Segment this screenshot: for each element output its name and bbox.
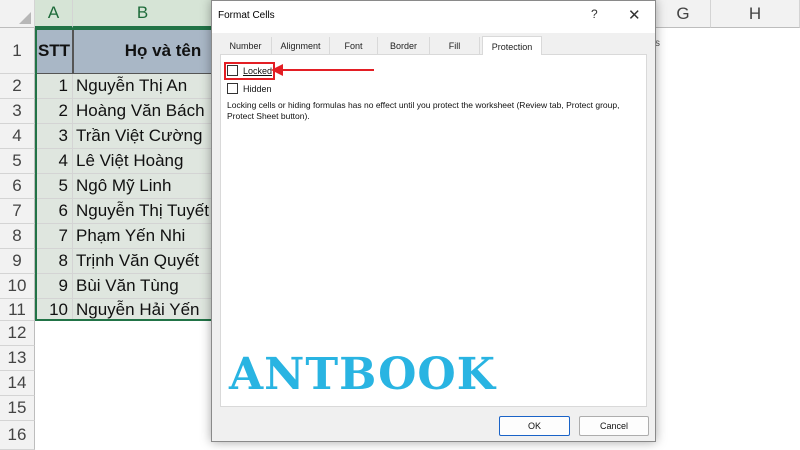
tab-protection[interactable]: Protection xyxy=(482,36,542,56)
tab-number[interactable]: Number xyxy=(220,37,272,55)
row-header[interactable]: 3 xyxy=(0,99,35,124)
cancel-button[interactable]: Cancel xyxy=(579,416,649,436)
cell-name[interactable]: Ngô Mỹ Linh xyxy=(73,174,213,199)
cell-name[interactable]: Lê Việt Hoàng xyxy=(73,149,213,174)
cell-stt[interactable]: 3 xyxy=(35,124,73,149)
row-header[interactable]: 2 xyxy=(0,74,35,99)
protection-info-text: Locking cells or hiding formulas has no … xyxy=(227,100,620,121)
hidden-option[interactable]: Hidden xyxy=(227,83,272,94)
row-header[interactable]: 12 xyxy=(0,321,35,346)
locked-checkbox[interactable] xyxy=(227,65,238,76)
cell-stt[interactable]: 4 xyxy=(35,149,73,174)
cell-stt[interactable]: 7 xyxy=(35,224,73,249)
row-header[interactable]: 11 xyxy=(0,299,35,321)
header-cell-stt[interactable]: STT xyxy=(35,28,73,74)
cell-stt[interactable]: 10 xyxy=(35,299,73,321)
tab-alignment[interactable]: Alignment xyxy=(272,37,330,55)
tab-border[interactable]: Border xyxy=(378,37,430,55)
cell-stt[interactable]: 2 xyxy=(35,99,73,124)
row-header[interactable]: 14 xyxy=(0,371,35,396)
locked-label: Locked xyxy=(243,65,273,76)
cell-name[interactable]: Phạm Yến Nhi xyxy=(73,224,213,249)
hidden-label: Hidden xyxy=(243,83,272,94)
column-header-h[interactable]: H xyxy=(711,0,800,28)
select-all-corner[interactable] xyxy=(0,0,35,28)
cell-name[interactable]: Trịnh Văn Quyết xyxy=(73,249,213,274)
row-header[interactable]: 15 xyxy=(0,396,35,421)
cell-stt[interactable]: 5 xyxy=(35,174,73,199)
protection-panel: Locked Hidden Locking cells or hiding fo… xyxy=(220,55,647,407)
hidden-checkbox[interactable] xyxy=(227,83,238,94)
select-all-icon xyxy=(19,12,31,24)
column-header-b[interactable]: B xyxy=(73,0,213,28)
cell-name[interactable]: Trần Việt Cường xyxy=(73,124,213,149)
help-button[interactable]: ? xyxy=(591,7,598,21)
cell-stt[interactable]: 9 xyxy=(35,274,73,299)
close-icon[interactable]: ✕ xyxy=(628,6,641,24)
dialog-titlebar[interactable]: Format Cells ? ✕ xyxy=(212,1,655,33)
row-header[interactable]: 13 xyxy=(0,346,35,371)
cell-stt[interactable]: 1 xyxy=(35,74,73,99)
cell-stt[interactable]: 6 xyxy=(35,199,73,224)
format-cells-dialog: Format Cells ? ✕ Number Alignment Font B… xyxy=(211,0,656,442)
ok-button[interactable]: OK xyxy=(499,416,570,436)
cell-stt[interactable]: 8 xyxy=(35,249,73,274)
antbook-watermark: ANTBOOK xyxy=(229,349,497,400)
column-header-a[interactable]: A xyxy=(35,0,73,28)
row-header[interactable]: 6 xyxy=(0,174,35,199)
annotation-arrow-line xyxy=(281,69,374,71)
locked-option[interactable]: Locked xyxy=(227,65,272,76)
row-header[interactable]: 4 xyxy=(0,124,35,149)
cell-name[interactable]: Hoàng Văn Bách xyxy=(73,99,213,124)
header-cell-name[interactable]: Họ và tên xyxy=(73,28,213,74)
cell-name[interactable]: Nguyễn Thị Tuyết xyxy=(73,199,213,224)
tab-bar: Number Alignment Font Border Fill Protec… xyxy=(220,36,647,56)
tab-fill[interactable]: Fill xyxy=(430,37,480,55)
row-header[interactable]: 16 xyxy=(0,421,35,450)
row-header[interactable]: 8 xyxy=(0,224,35,249)
cell-name[interactable]: Bùi Văn Tùng xyxy=(73,274,213,299)
dialog-title: Format Cells xyxy=(218,10,275,21)
row-header[interactable]: 7 xyxy=(0,199,35,224)
column-header-g[interactable]: G xyxy=(656,0,711,28)
cell-name[interactable]: Nguyễn Hải Yến xyxy=(73,299,213,321)
cell-name[interactable]: Nguyễn Thị An xyxy=(73,74,213,99)
row-header[interactable]: 10 xyxy=(0,274,35,299)
tab-font[interactable]: Font xyxy=(330,37,378,55)
row-header[interactable]: 1 xyxy=(0,28,35,74)
row-header[interactable]: 5 xyxy=(0,149,35,174)
row-header[interactable]: 9 xyxy=(0,249,35,274)
